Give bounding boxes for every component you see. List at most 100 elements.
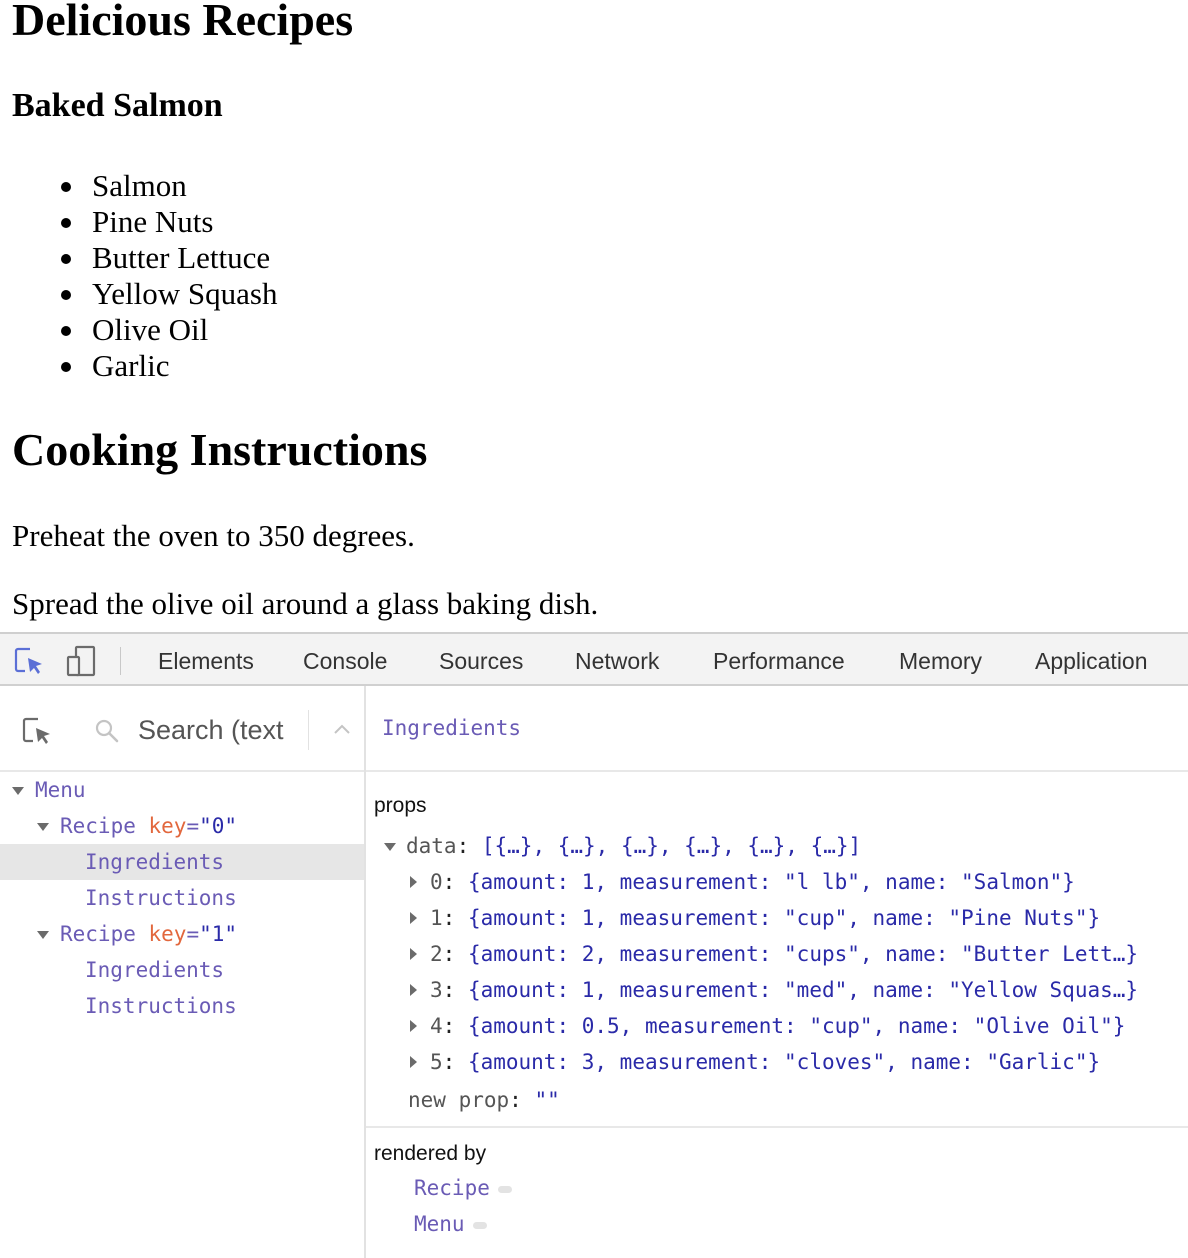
tree-node-tag: Recipe (60, 922, 136, 946)
expand-arrow-icon[interactable] (410, 1020, 417, 1032)
tree-search-bar (0, 686, 364, 772)
new-prop-key[interactable]: new prop (408, 1088, 509, 1112)
owner-badge (472, 1221, 487, 1229)
component-tree-pane: Menu Recipe key="0" Ingredients Instruct… (0, 686, 366, 1258)
tab-sources[interactable]: Sources (439, 648, 523, 675)
colon: : (509, 1088, 535, 1112)
tree-node-ingredients-selected[interactable]: Ingredients (0, 844, 364, 880)
section-divider (366, 1126, 1188, 1128)
new-prop-row[interactable]: new prop: "" (408, 1082, 560, 1118)
owner-name: Recipe (414, 1176, 490, 1200)
tab-performance[interactable]: Performance (713, 648, 845, 675)
prop-data-label: data: [{…}, {…}, {…}, {…}, {…}, {…}] (406, 828, 861, 864)
chevron-up-icon[interactable] (332, 722, 352, 736)
instruction-step: Preheat the oven to 350 degrees. (12, 518, 415, 553)
owner-name: Menu (414, 1212, 465, 1236)
search-icon (94, 718, 120, 744)
rendered-by-menu-link[interactable]: Menu (414, 1212, 487, 1236)
tree-node-tag: Ingredients (85, 850, 225, 874)
item-index: 1 (430, 906, 443, 930)
item-value: {amount: 0.5, measurement: "cup", name: … (467, 1014, 1126, 1038)
search-input[interactable] (138, 712, 290, 748)
ingredient-item: Butter Lettuce (60, 240, 277, 276)
tree-node-label: Recipe key="1" (60, 916, 237, 952)
tab-elements[interactable]: Elements (158, 648, 254, 675)
props-inspector-pane: Ingredients props data: [{…}, {…}, {…}, … (366, 686, 1188, 1258)
item-value: {amount: 1, measurement: "cup", name: "P… (467, 906, 1101, 930)
inspect-element-icon[interactable] (12, 644, 46, 678)
item-value: {amount: 2, measurement: "cups", name: "… (467, 942, 1139, 966)
data-item-label: 1: {amount: 1, measurement: "cup", name:… (430, 900, 1100, 936)
tree-node-tag: Ingredients (85, 958, 225, 982)
tree-node-attr-value: "0" (199, 814, 238, 838)
instructions-heading: Cooking Instructions (12, 424, 428, 475)
item-index: 0 (430, 870, 443, 894)
item-index: 2 (430, 942, 443, 966)
ingredient-item: Pine Nuts (60, 204, 277, 240)
search-divider (308, 710, 309, 750)
ingredient-list: Salmon Pine Nuts Butter Lettuce Yellow S… (60, 168, 278, 384)
item-index: 4 (430, 1014, 443, 1038)
ingredient-item: Yellow Squash (60, 276, 278, 311)
item-value: {amount: 1, measurement: "l lb", name: "… (467, 870, 1075, 894)
tree-node-label: Recipe key="0" (60, 808, 237, 844)
colon: : (442, 942, 468, 966)
tree-node-recipe[interactable]: Recipe key="0" (0, 808, 364, 844)
tree-node-attr-name: key (148, 814, 187, 838)
tree-node-tag: Recipe (60, 814, 136, 838)
tree-node-menu[interactable]: Menu (0, 772, 364, 808)
data-item-label: 0: {amount: 1, measurement: "l lb", name… (430, 864, 1075, 900)
expand-arrow-icon[interactable] (12, 787, 24, 795)
prop-value: [{…}, {…}, {…}, {…}, {…}, {…}] (481, 834, 862, 858)
device-toolbar-icon[interactable] (64, 644, 98, 678)
tree-node-instructions[interactable]: Instructions (0, 988, 364, 1024)
recipe-name: Baked Salmon (12, 87, 223, 124)
instruction-step: Spread the olive oil around a glass baki… (12, 586, 599, 621)
expand-arrow-icon[interactable] (410, 1056, 417, 1068)
data-item-label: 3: {amount: 1, measurement: "med", name:… (430, 972, 1138, 1008)
tree-node-instructions[interactable]: Instructions (0, 880, 364, 916)
selected-component-name: Ingredients (382, 716, 522, 740)
rendered-by-recipe-link[interactable]: Recipe (414, 1176, 512, 1200)
ingredient-item: Olive Oil (60, 312, 277, 348)
collapse-arrow-icon[interactable] (384, 843, 396, 851)
select-component-icon[interactable] (20, 714, 54, 748)
colon: : (442, 1050, 468, 1074)
attr-equals: = (186, 814, 200, 838)
item-value: {amount: 3, measurement: "cloves", name:… (467, 1050, 1101, 1074)
tree-node-recipe[interactable]: Recipe key="1" (0, 916, 364, 952)
colon: : (442, 870, 468, 894)
item-index: 3 (430, 978, 443, 1002)
tab-memory[interactable]: Memory (899, 648, 982, 675)
tab-application[interactable]: Application (1035, 648, 1148, 675)
data-item-label: 4: {amount: 0.5, measurement: "cup", nam… (430, 1008, 1125, 1044)
colon: : (442, 978, 468, 1002)
expand-arrow-icon[interactable] (410, 948, 417, 960)
ingredient-item: Salmon (60, 168, 277, 204)
item-index: 5 (430, 1050, 443, 1074)
toolbar-divider (120, 647, 121, 675)
data-item-label: 2: {amount: 2, measurement: "cups", name… (430, 936, 1138, 972)
expand-arrow-icon[interactable] (37, 823, 49, 831)
page-content: Delicious Recipes Baked Salmon Salmon Pi… (0, 0, 1188, 632)
tree-node-tag: Menu (35, 778, 86, 802)
expand-arrow-icon[interactable] (410, 876, 417, 888)
page-title: Delicious Recipes (12, 0, 354, 45)
inspector-header: Ingredients (366, 686, 1188, 772)
tab-network[interactable]: Network (575, 648, 659, 675)
expand-arrow-icon[interactable] (410, 984, 417, 996)
data-item-label: 5: {amount: 3, measurement: "cloves", na… (430, 1044, 1100, 1080)
expand-arrow-icon[interactable] (37, 931, 49, 939)
tab-console[interactable]: Console (303, 648, 387, 675)
owner-badge (497, 1185, 512, 1193)
tree-node-tag: Instructions (85, 886, 237, 910)
expand-arrow-icon[interactable] (410, 912, 417, 924)
item-value: {amount: 1, measurement: "med", name: "Y… (467, 978, 1139, 1002)
colon: : (442, 906, 468, 930)
attr-equals: = (186, 922, 200, 946)
new-prop-value[interactable]: "" (534, 1088, 559, 1112)
devtools-panel: Elements Console Sources Network Perform… (0, 632, 1188, 1258)
devtools-tab-bar: Elements Console Sources Network Perform… (0, 632, 1188, 686)
tree-node-ingredients[interactable]: Ingredients (0, 952, 364, 988)
colon: : (456, 834, 482, 858)
